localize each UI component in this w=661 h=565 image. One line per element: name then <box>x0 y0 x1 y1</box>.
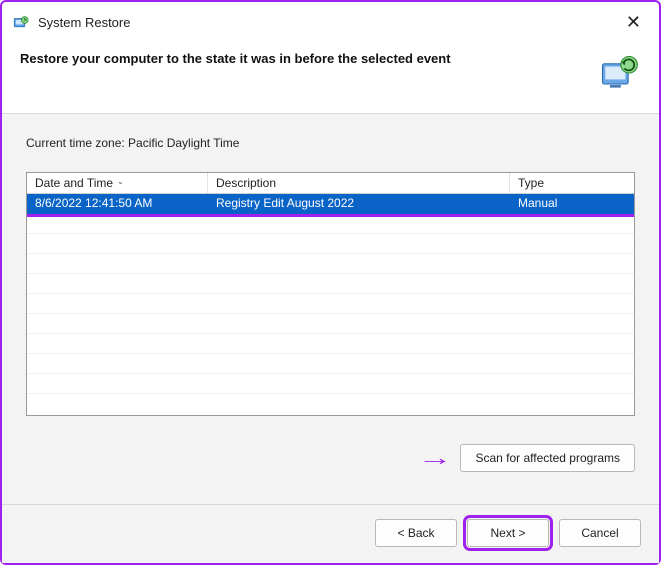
cell-type: Manual <box>510 194 634 213</box>
footer: < Back Next > Cancel <box>2 504 659 563</box>
table-row[interactable] <box>27 234 634 254</box>
page-heading: Restore your computer to the state it wa… <box>20 51 587 66</box>
table-row[interactable]: 8/6/2022 12:41:50 AM Registry Edit Augus… <box>27 194 634 214</box>
table-row[interactable] <box>27 254 634 274</box>
scan-row: → Scan for affected programs <box>26 444 635 472</box>
table-row[interactable] <box>27 294 634 314</box>
system-restore-window: System Restore ✕ Restore your computer t… <box>0 0 661 565</box>
arrow-annotation-icon: → <box>418 445 453 471</box>
table-row[interactable] <box>27 334 634 354</box>
table-row[interactable] <box>27 214 634 234</box>
header-area: Restore your computer to the state it wa… <box>2 41 659 113</box>
column-header-type[interactable]: Type <box>510 173 634 193</box>
column-date-label: Date and Time <box>35 176 113 190</box>
table-row[interactable] <box>27 274 634 294</box>
scan-affected-programs-button[interactable]: Scan for affected programs <box>460 444 635 472</box>
next-button[interactable]: Next > <box>467 519 549 547</box>
close-button[interactable]: ✕ <box>618 10 649 35</box>
column-desc-label: Description <box>216 176 276 190</box>
timezone-label: Current time zone: Pacific Daylight Time <box>26 136 635 150</box>
column-header-date[interactable]: Date and Time ⌄ <box>27 173 208 193</box>
sort-caret-icon: ⌄ <box>117 177 124 186</box>
window-title: System Restore <box>38 15 610 30</box>
titlebar: System Restore ✕ <box>2 2 659 41</box>
cell-date: 8/6/2022 12:41:50 AM <box>27 194 208 213</box>
system-restore-icon <box>12 14 30 32</box>
cancel-button[interactable]: Cancel <box>559 519 641 547</box>
restore-points-table: Date and Time ⌄ Description Type 8/6/202… <box>26 172 635 416</box>
back-button[interactable]: < Back <box>375 519 457 547</box>
table-header: Date and Time ⌄ Description Type <box>27 173 634 194</box>
content-area: Current time zone: Pacific Daylight Time… <box>2 114 659 504</box>
table-row[interactable] <box>27 374 634 394</box>
column-header-description[interactable]: Description <box>208 173 510 193</box>
table-row[interactable] <box>27 354 634 374</box>
table-body: 8/6/2022 12:41:50 AM Registry Edit Augus… <box>27 194 634 415</box>
column-type-label: Type <box>518 176 544 190</box>
cell-description: Registry Edit August 2022 <box>208 194 510 213</box>
table-row[interactable] <box>27 314 634 334</box>
restore-large-icon <box>597 51 641 95</box>
